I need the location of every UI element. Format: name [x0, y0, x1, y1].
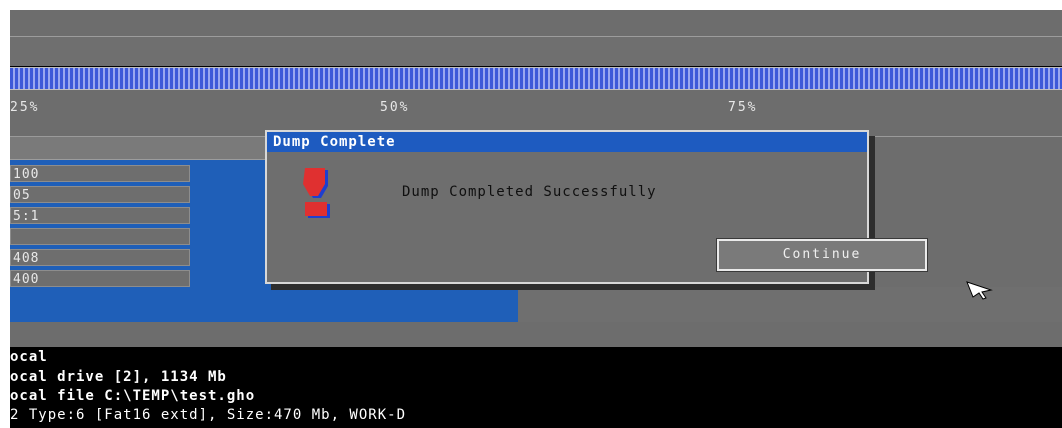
stat-field: 05 [10, 186, 190, 203]
top-status-band [10, 10, 1062, 37]
progress-bar-fill [10, 68, 1062, 89]
stat-field: 5:1 [10, 207, 190, 224]
progress-bar [10, 67, 1062, 90]
console-line: 2 Type:6 [Fat16 extd], Size:470 Mb, WORK… [10, 407, 407, 423]
mouse-pointer-icon [966, 281, 993, 300]
stat-field: 408 [10, 249, 190, 266]
dialog-title: Dump Complete [267, 132, 867, 152]
ghost-screen: 25% 50% 75% 100 05 5:1 408 400 ocal ocal… [10, 10, 1062, 428]
console-output: ocal ocal drive [2], 1134 Mb ocal file C… [10, 347, 1062, 428]
console-line: ocal file C:\TEMP\test.gho [10, 388, 256, 404]
console-line: ocal drive [2], 1134 Mb [10, 369, 227, 385]
console-line: ocal [10, 349, 48, 365]
stat-field [10, 228, 190, 245]
header-band [10, 37, 1062, 66]
exclamation-icon [303, 168, 330, 218]
continue-button[interactable]: Continue [716, 238, 928, 272]
scale-label-50: 50% [380, 100, 410, 115]
scale-label-25: 25% [10, 100, 40, 115]
dump-complete-dialog: Dump Complete Dump Completed Successfull… [265, 130, 928, 284]
stat-field: 400 [10, 270, 190, 287]
scale-label-75: 75% [728, 100, 758, 115]
dialog-message: Dump Completed Successfully [402, 184, 657, 200]
stat-field: 100 [10, 165, 190, 182]
